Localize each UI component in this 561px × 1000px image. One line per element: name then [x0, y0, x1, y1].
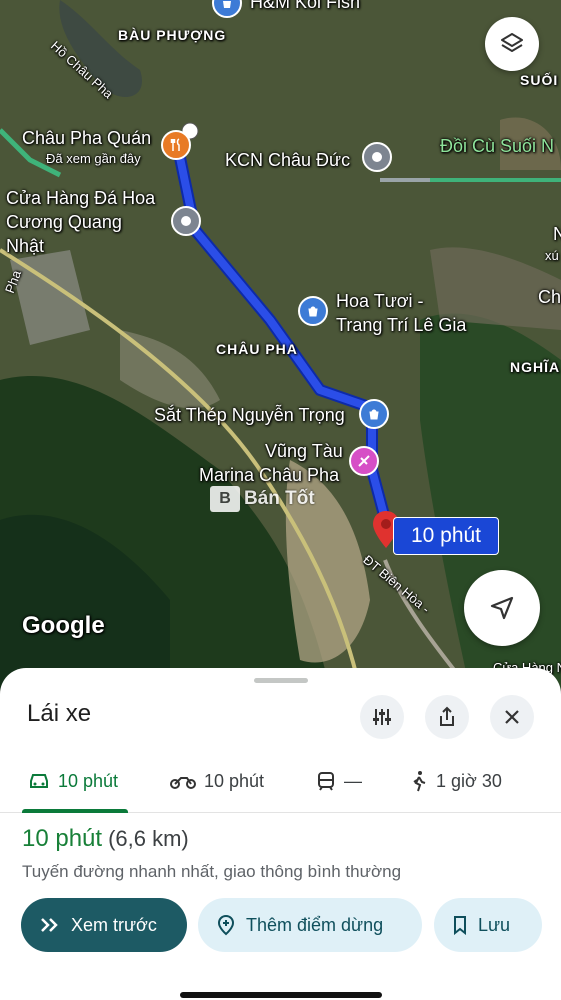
walk-icon: [413, 771, 426, 792]
preview-button-label: Xem trước: [71, 914, 157, 935]
layers-button[interactable]: [485, 17, 539, 71]
map-label-doi-cu[interactable]: Đồi Cù Suối N: [440, 136, 554, 158]
tab-motorbike[interactable]: 10 phút: [170, 750, 264, 812]
map-label-cua-hang-1[interactable]: Cửa Hàng Đá Hoa: [6, 188, 155, 210]
map-label-nghia: NGHĨA T: [510, 359, 561, 375]
restaurant-pin-icon[interactable]: [161, 130, 191, 160]
share-button[interactable]: [425, 695, 469, 739]
map-label-cua-hang-2: Cương Quang: [6, 212, 122, 232]
route-duration: 10 phút: [22, 825, 103, 852]
map-label-ch: Ch: [538, 287, 561, 307]
map-label-chau-pha-quan[interactable]: Châu Pha Quán: [22, 128, 151, 150]
place-pin-cua-hang-icon[interactable]: [171, 206, 201, 236]
directions-sheet: Lái xe 10 phút 10 phút — 1 giờ 30 10 phú…: [0, 668, 561, 1000]
bookmark-icon: [454, 916, 466, 935]
sheet-drag-handle[interactable]: [254, 678, 308, 683]
travel-mode-tabs: 10 phút 10 phút — 1 giờ 30: [0, 750, 561, 813]
map-view[interactable]: H&M Koi Fish BÀU PHƯỢNG Hồ Châu Pha SUỐI…: [0, 0, 561, 690]
map-label-n-edge: N: [553, 224, 561, 244]
motorbike-icon: [170, 777, 196, 789]
map-label-hoa-tuoi-1[interactable]: Hoa Tươi -: [336, 291, 424, 313]
place-pin-kcn-icon[interactable]: [362, 142, 392, 172]
home-indicator[interactable]: [180, 992, 382, 998]
map-label-hm-koi: H&M Koi Fish: [250, 0, 361, 12]
tab-motorbike-label: 10 phút: [204, 770, 265, 791]
share-icon: [440, 706, 454, 726]
route-summary: 10 phút (6,6 km): [22, 825, 189, 853]
map-label-cua-hang-3: Nhật: [6, 236, 45, 256]
car-icon: [30, 774, 48, 788]
add-stop-button[interactable]: Thêm điểm dừng: [198, 898, 422, 952]
route-distance: (6,6 km): [108, 826, 189, 851]
watermark-text: Bán Tốt: [244, 488, 315, 509]
tab-walking-label: 1 giờ 30: [436, 770, 502, 791]
tune-icon: [373, 709, 391, 725]
shopping-pin-sat-thep-icon[interactable]: [359, 399, 389, 429]
navigation-arrow-icon: [490, 596, 514, 620]
tab-transit[interactable]: —: [316, 750, 362, 812]
map-label-sat-thep[interactable]: Sắt Thép Nguyễn Trọng: [154, 405, 345, 427]
google-logo: Google: [22, 612, 105, 639]
sheet-title: Lái xe: [27, 700, 92, 727]
watermark-logo-icon: B: [210, 486, 240, 512]
map-label-bau-phuong: BÀU PHƯỢNG: [118, 27, 227, 43]
preview-button[interactable]: Xem trước: [21, 898, 187, 952]
close-button[interactable]: [490, 695, 534, 739]
map-label-kcn[interactable]: KCN Châu Đức: [225, 150, 350, 172]
active-tab-indicator: [22, 809, 128, 813]
map-label-suoi: SUỐI: [520, 72, 559, 88]
tab-driving[interactable]: 10 phút: [28, 750, 118, 812]
tab-walking[interactable]: 1 giờ 30: [410, 750, 502, 812]
map-label-hoa-tuoi-2: Trang Trí Lê Gia: [336, 315, 467, 335]
map-label-xu: xú: [545, 248, 559, 263]
map-label-vung-tau[interactable]: Vũng Tàu: [265, 441, 343, 463]
add-location-icon: [217, 914, 235, 936]
save-button[interactable]: Lưu: [434, 898, 542, 952]
watermark: B Bán Tốt: [210, 486, 315, 512]
options-button[interactable]: [360, 695, 404, 739]
my-location-button[interactable]: [464, 570, 540, 646]
map-label-recently-viewed: Đã xem gần đây: [46, 151, 141, 166]
add-stop-button-label: Thêm điểm dừng: [246, 914, 384, 935]
tab-transit-label: —: [344, 770, 362, 791]
map-label-marina: Marina Châu Pha: [199, 465, 340, 485]
layers-icon: [501, 33, 523, 52]
route-time-bubble[interactable]: 10 phút: [393, 517, 499, 555]
map-label-chau-pha: CHÂU PHA: [216, 341, 298, 357]
leisure-pin-marina-icon[interactable]: [349, 446, 379, 476]
tab-driving-label: 10 phút: [58, 770, 119, 791]
close-icon: [505, 710, 519, 724]
shopping-pin-hoa-tuoi-icon[interactable]: [298, 296, 328, 326]
transit-icon: [318, 772, 334, 791]
double-chevron-right-icon: [41, 918, 58, 932]
save-button-label: Lưu: [478, 914, 511, 935]
route-description: Tuyến đường nhanh nhất, giao thông bình …: [22, 862, 402, 881]
